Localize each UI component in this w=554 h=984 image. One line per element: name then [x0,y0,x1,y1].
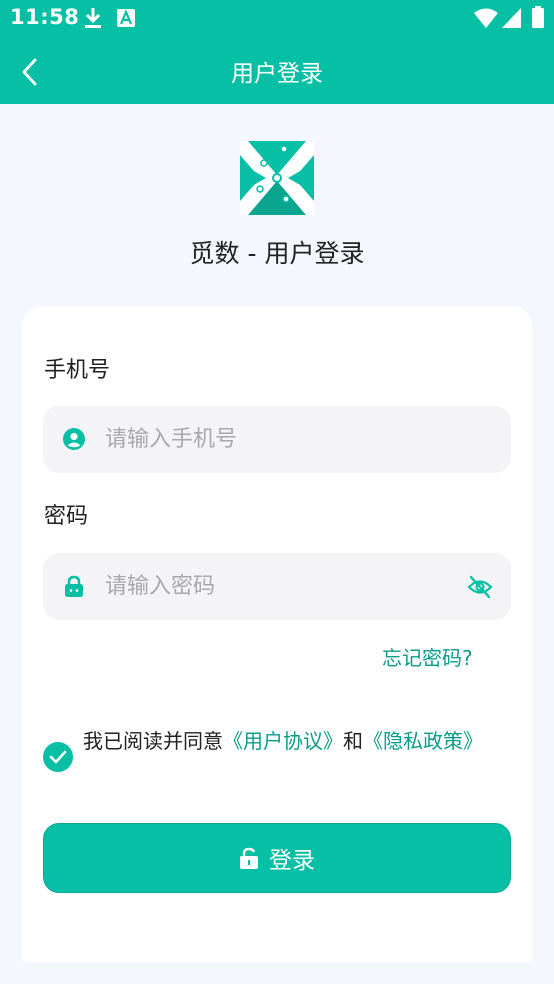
signal-icon [502,8,521,28]
agreement-prefix: 我已阅读并同意 [83,729,223,753]
login-button-label: 登录 [269,848,315,874]
login-card: 手机号 密码 忘记密码? 我已阅读并同意《用户协议》和《隐私政策》 [22,306,532,962]
phone-label: 手机号 [44,358,111,383]
app-header: 11:58 用户登录 [0,0,554,104]
status-bar: 11:58 [0,0,554,38]
eye-off-icon[interactable] [467,574,493,600]
agreement-and: 和 [343,729,363,753]
page-title: 用户登录 [231,61,323,87]
battery-icon [532,6,544,28]
font-icon [117,9,135,27]
app-title: 觅数 - 用户登录 [189,239,365,268]
password-input[interactable] [105,553,465,620]
forgot-password-link[interactable]: 忘记密码? [382,642,473,671]
lock-icon [65,575,83,597]
password-field[interactable] [43,553,511,620]
agreement-text: 我已阅读并同意《用户协议》和《隐私政策》 [83,723,493,759]
download-icon [85,8,101,28]
login-button[interactable]: 登录 [43,823,511,893]
agreement-checkbox[interactable] [43,742,73,772]
user-icon [63,428,85,450]
nav-bar: 用户登录 [0,38,554,104]
app-logo [240,141,314,215]
phone-field[interactable] [43,406,511,473]
check-icon [49,750,67,764]
wifi-icon [474,8,498,28]
password-label: 密码 [44,504,89,529]
privacy-policy-link[interactable]: 《隐私政策》 [363,729,483,753]
user-agreement-link[interactable]: 《用户协议》 [223,729,343,753]
phone-input[interactable] [105,406,465,473]
unlock-icon [240,847,258,869]
status-time: 11:58 [10,5,80,29]
